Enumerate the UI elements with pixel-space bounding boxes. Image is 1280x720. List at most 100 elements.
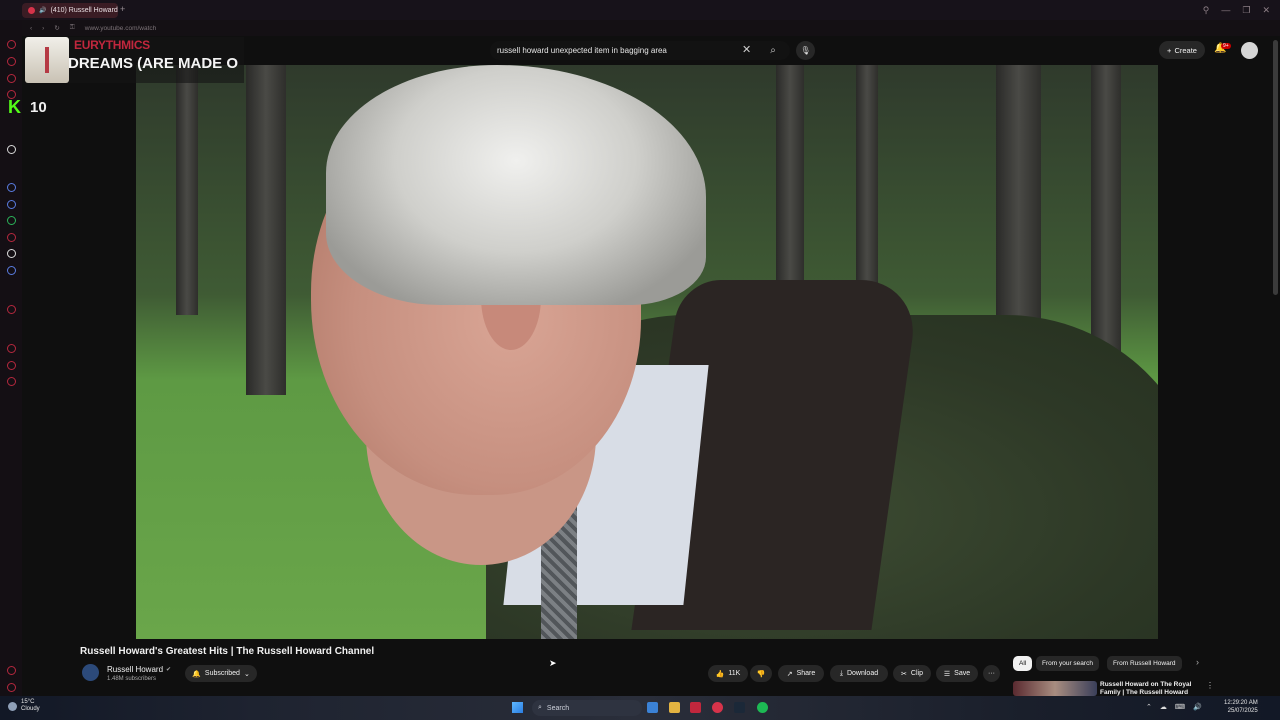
- mouse-cursor-icon: ➤: [549, 658, 557, 668]
- recommended-video-thumbnail[interactable]: [1013, 681, 1097, 696]
- close-window-button[interactable]: ✕: [1262, 5, 1270, 16]
- windows-start-icon[interactable]: [512, 702, 523, 713]
- taskbar-search[interactable]: ⌕ Search: [532, 700, 642, 716]
- tray-overflow-icon[interactable]: ⌃: [1146, 703, 1152, 711]
- create-label: Create: [1174, 45, 1197, 55]
- tiktok-icon[interactable]: [7, 249, 16, 258]
- tree-trunk: [246, 65, 286, 395]
- maximize-button[interactable]: ❐: [1242, 5, 1250, 16]
- search-tabs-icon[interactable]: ⚲: [1203, 5, 1210, 16]
- channel-name[interactable]: Russell Howard ✔: [107, 665, 171, 674]
- download-label: Download: [846, 670, 879, 677]
- channel-avatar[interactable]: [82, 664, 99, 681]
- tab-title: (410) Russell Howard: [50, 7, 118, 14]
- sidebar-app-icon[interactable]: [7, 74, 16, 83]
- thumbs-up-icon: 👍: [715, 670, 725, 678]
- share-label: Share: [796, 670, 816, 677]
- clock-date: 25/07/2025: [1227, 708, 1258, 714]
- chevron-right-icon[interactable]: ›: [1196, 657, 1199, 667]
- chip-all[interactable]: All: [1013, 656, 1033, 671]
- sidebar-app-icon[interactable]: [7, 666, 16, 675]
- album-art: [25, 37, 69, 83]
- sidebar-app-icon[interactable]: [7, 40, 16, 49]
- reload-button[interactable]: ↻: [54, 24, 59, 32]
- sidebar-app-icon[interactable]: [7, 377, 16, 386]
- account-avatar[interactable]: [1241, 42, 1258, 59]
- whatsapp-icon[interactable]: [7, 216, 16, 225]
- clip-button[interactable]: ✂ Clip: [893, 665, 931, 682]
- kebab-menu-icon[interactable]: ⋮: [1206, 681, 1214, 690]
- opera-gx-icon[interactable]: [712, 702, 723, 713]
- create-button[interactable]: + Create: [1159, 41, 1205, 59]
- page-scrollbar[interactable]: [1273, 40, 1278, 295]
- tree-trunk: [176, 65, 198, 315]
- secure-lock-icon: ⚿: [69, 24, 75, 31]
- chip-from-your-search[interactable]: From your search: [1036, 656, 1099, 671]
- like-button[interactable]: 👍 11K: [708, 665, 748, 682]
- sidebar-app-icon[interactable]: [7, 361, 16, 370]
- volume-icon[interactable]: 🔊: [1193, 703, 1202, 711]
- twitch-icon[interactable]: [7, 183, 16, 192]
- mic-icon[interactable]: 🎙: [796, 41, 815, 60]
- sidebar-app-icon[interactable]: [7, 305, 16, 314]
- video-player[interactable]: [136, 65, 1158, 639]
- address-bar: ‹ › ↻ ⚿ www.youtube.com/watch: [22, 20, 1280, 36]
- youtube-favicon-icon: [28, 7, 35, 14]
- recommended-video-title[interactable]: Russell Howard on The Royal Family | The…: [1100, 681, 1200, 696]
- taskbar-clock[interactable]: 12:29:20 AM 25/07/2025: [1224, 699, 1258, 715]
- tree-trunk: [1091, 65, 1121, 355]
- sidebar-settings-icon[interactable]: [7, 683, 16, 692]
- download-button[interactable]: ⤓ Download: [830, 665, 888, 682]
- spotify-icon[interactable]: [757, 702, 768, 713]
- discord-icon[interactable]: [7, 266, 16, 275]
- file-explorer-icon[interactable]: [669, 702, 680, 713]
- chip-from-russell-howard[interactable]: From Russell Howard: [1107, 656, 1182, 671]
- forward-button[interactable]: ›: [42, 25, 44, 32]
- verified-icon: ✔: [166, 667, 172, 673]
- instagram-icon[interactable]: [7, 233, 16, 242]
- now-playing-title: DREAMS (ARE MADE O: [68, 55, 239, 72]
- plus-icon: +: [1167, 45, 1172, 55]
- system-tray: ⌃ ☁ ⌨ 🔊: [1146, 703, 1202, 711]
- channel-name-label: Russell Howard: [107, 665, 164, 674]
- save-button[interactable]: ☰ Save: [936, 665, 978, 682]
- sidebar-app-icon[interactable]: [7, 344, 16, 353]
- clip-label: Clip: [910, 670, 923, 677]
- chevron-down-icon: ⌄: [243, 670, 250, 678]
- minimize-button[interactable]: —: [1221, 5, 1230, 16]
- scissors-icon: ✂: [901, 670, 907, 678]
- search-icon[interactable]: ⌕: [762, 41, 784, 60]
- more-actions-button[interactable]: ···: [983, 665, 1000, 682]
- weather-widget[interactable]: 15°C Cloudy: [8, 699, 40, 713]
- taskbar-app-icon[interactable]: [690, 702, 701, 713]
- new-tab-button[interactable]: +: [120, 4, 125, 14]
- browser-tab-bar: [0, 0, 1280, 20]
- speaker-icon[interactable]: 🔊: [39, 7, 46, 14]
- search-icon: ⌕: [538, 704, 542, 711]
- onedrive-icon[interactable]: ☁: [1160, 703, 1167, 711]
- taskbar-app-icon[interactable]: [647, 702, 658, 713]
- temperature: 15°C: [21, 699, 35, 705]
- download-icon: ⤓: [839, 669, 843, 677]
- keyboard-icon[interactable]: ⌨: [1175, 703, 1185, 711]
- messenger-icon[interactable]: [7, 200, 16, 209]
- subscribed-button[interactable]: 🔔 Subscribed ⌄: [185, 665, 257, 682]
- steam-icon[interactable]: [734, 702, 745, 713]
- like-count: 11K: [728, 670, 741, 677]
- sidebar-app-icon[interactable]: [7, 145, 16, 154]
- kick-viewer-count: 10: [30, 99, 47, 116]
- sidebar-app-icon[interactable]: [7, 57, 16, 66]
- share-button[interactable]: ↗ Share: [778, 665, 824, 682]
- share-icon: ↗: [786, 670, 793, 678]
- clear-search-icon[interactable]: ✕: [742, 43, 751, 56]
- clock-time: 12:29:20 AM: [1224, 700, 1258, 706]
- dislike-button[interactable]: 👎: [750, 665, 772, 682]
- taskbar-search-label: Search: [546, 704, 570, 712]
- subscriber-count: 1.48M subscribers: [107, 676, 157, 682]
- back-button[interactable]: ‹: [30, 25, 32, 32]
- cloud-icon: [8, 701, 17, 711]
- kick-logo-icon: K: [8, 97, 21, 117]
- url-field[interactable]: www.youtube.com/watch: [85, 25, 157, 32]
- thumbs-down-icon: 👎: [756, 670, 766, 678]
- browser-tab[interactable]: 🔊 (410) Russell Howard: [22, 3, 118, 18]
